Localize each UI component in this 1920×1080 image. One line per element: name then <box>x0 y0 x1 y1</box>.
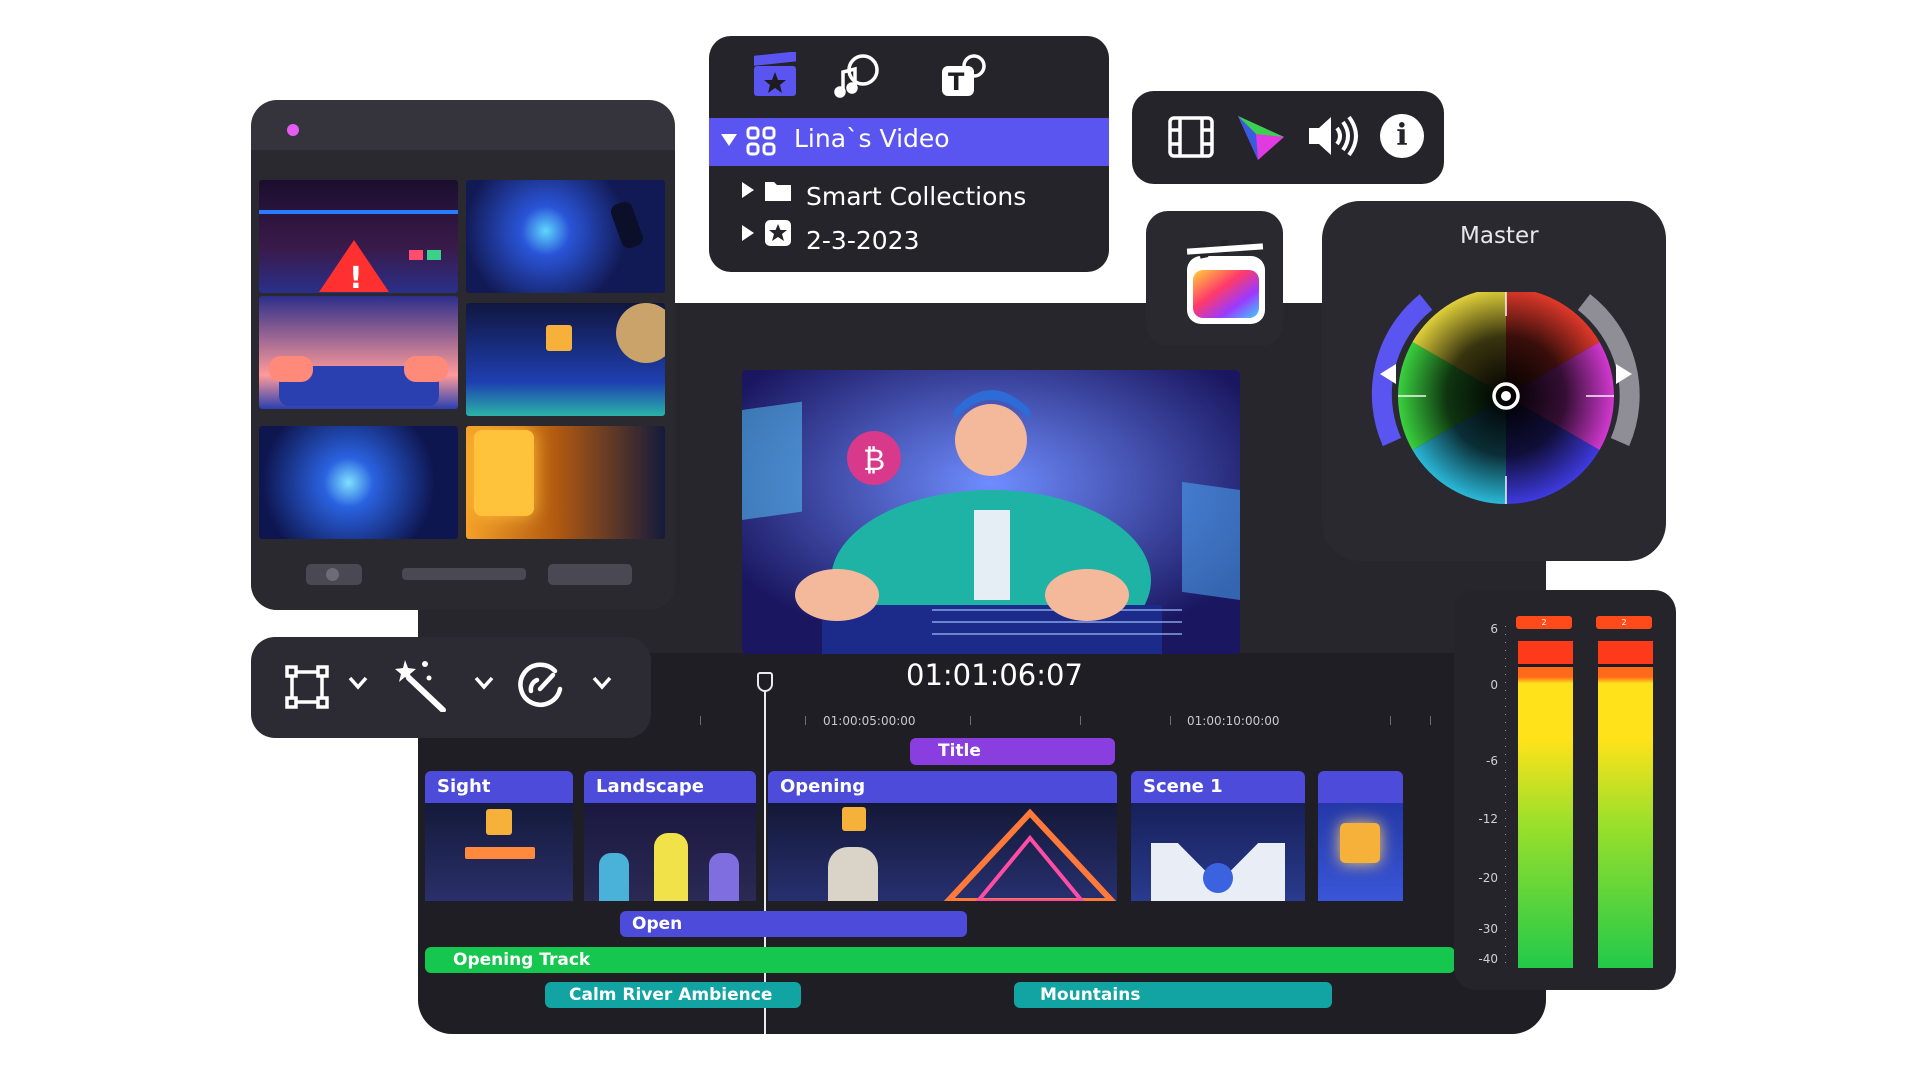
meter-scale-label: 6 <box>1490 622 1498 636</box>
info-inspector-icon[interactable]: i <box>1380 114 1424 158</box>
magic-wand-icon[interactable] <box>395 658 449 716</box>
connected-clip-open[interactable]: Open <box>620 911 967 937</box>
video-inspector-icon[interactable] <box>1167 115 1215 163</box>
event-star-icon <box>764 219 792 251</box>
title-clip[interactable]: Title <box>910 738 1115 765</box>
disclosure-collapsed-icon[interactable] <box>742 225 754 241</box>
preview-illustration: ₿ <box>742 370 1240 654</box>
meter-scale-label: -12 <box>1478 812 1498 826</box>
meter-ticks <box>1505 626 1506 964</box>
playhead-handle[interactable] <box>757 672 773 692</box>
meter-bar-left <box>1518 641 1573 968</box>
browser-item-label[interactable]: Smart Collections <box>806 182 1026 211</box>
project-name: Lina`s Video <box>794 124 950 153</box>
video-preview[interactable]: ₿ <box>742 370 1240 654</box>
browser-item-label[interactable]: 2-3-2023 <box>806 226 919 255</box>
clip-untitled[interactable] <box>1318 771 1403 803</box>
meter-scale-label: -6 <box>1486 754 1498 768</box>
timeline-ruler[interactable]: 01:00:05:00:00 01:00:10:00:00 <box>640 714 1450 728</box>
timecode-display: 01:01:06:07 <box>906 658 1083 692</box>
audio-opening-track[interactable]: Opening Track <box>425 947 1455 973</box>
svg-text:₿: ₿ <box>863 443 885 478</box>
filter-button[interactable] <box>548 564 632 585</box>
music-photo-icon[interactable] <box>833 52 881 102</box>
ruler-mark: 01:00:10:00:00 <box>1187 714 1280 728</box>
thumbnail-keyboard[interactable] <box>259 296 458 409</box>
chevron-down-icon[interactable] <box>592 675 612 694</box>
disclosure-collapsed-icon[interactable] <box>742 182 754 198</box>
folder-icon <box>764 178 792 206</box>
clip-landscape-thumbnail <box>584 803 756 901</box>
warning-graphic: ! <box>259 210 458 293</box>
clip-opening[interactable]: Opening <box>768 771 1117 803</box>
clip-scene-1-thumbnail <box>1131 803 1305 901</box>
color-wheel[interactable] <box>1370 288 1640 526</box>
retime-speed-icon[interactable] <box>515 661 565 715</box>
window-dot[interactable] <box>287 124 299 136</box>
audio-calm-river[interactable]: Calm River Ambience <box>545 982 801 1008</box>
svg-text:T: T <box>948 68 965 96</box>
thumbnail-space-screen[interactable] <box>466 180 665 293</box>
ruler-mark: 01:00:05:00:00 <box>823 714 916 728</box>
audio-inspector-icon[interactable] <box>1307 114 1359 162</box>
svg-text:!: ! <box>349 261 363 293</box>
view-toggle[interactable] <box>306 564 362 585</box>
clip-opening-thumbnail <box>768 803 1117 901</box>
library-grid-icon <box>746 126 776 160</box>
peak-indicator-left: 2 <box>1516 616 1572 629</box>
color-inspector-icon[interactable] <box>1236 112 1286 166</box>
clip-untitled-thumbnail <box>1318 803 1403 901</box>
clip-sight[interactable]: Sight <box>425 771 573 803</box>
meter-scale-label: 0 <box>1490 678 1498 692</box>
meter-bar-right <box>1598 641 1653 968</box>
thumbnail-warning[interactable]: ! <box>259 180 458 293</box>
meter-scale-label: -20 <box>1478 871 1498 885</box>
transform-icon[interactable] <box>284 664 330 714</box>
clip-scene-1[interactable]: Scene 1 <box>1131 771 1305 803</box>
final-cut-app-icon[interactable] <box>1185 236 1267 332</box>
thumbnail-planet[interactable] <box>466 303 665 416</box>
thumbnail-gold-door[interactable] <box>466 426 665 539</box>
clip-landscape[interactable]: Landscape <box>584 771 756 803</box>
meter-scale: 6 0 -6 -12 -20 -30 -40 <box>1476 622 1502 967</box>
audio-mountains[interactable]: Mountains <box>1014 982 1332 1008</box>
thumbnail-portal[interactable] <box>259 426 458 539</box>
chevron-down-icon[interactable] <box>348 675 368 694</box>
clapper-star-icon[interactable] <box>752 51 798 102</box>
pyramid-graphic <box>943 808 1117 901</box>
meter-scale-label: -30 <box>1478 922 1498 936</box>
titles-generators-icon[interactable]: T <box>940 52 988 102</box>
chevron-down-icon[interactable] <box>474 675 494 694</box>
disclosure-expanded-icon[interactable] <box>721 134 737 146</box>
zoom-slider[interactable] <box>402 568 526 580</box>
playhead[interactable] <box>764 676 766 1034</box>
meter-scale-label: -40 <box>1478 952 1498 966</box>
clip-sight-thumbnail <box>425 803 573 901</box>
color-wheel-title: Master <box>1460 223 1539 249</box>
peak-indicator-right: 2 <box>1596 616 1652 629</box>
